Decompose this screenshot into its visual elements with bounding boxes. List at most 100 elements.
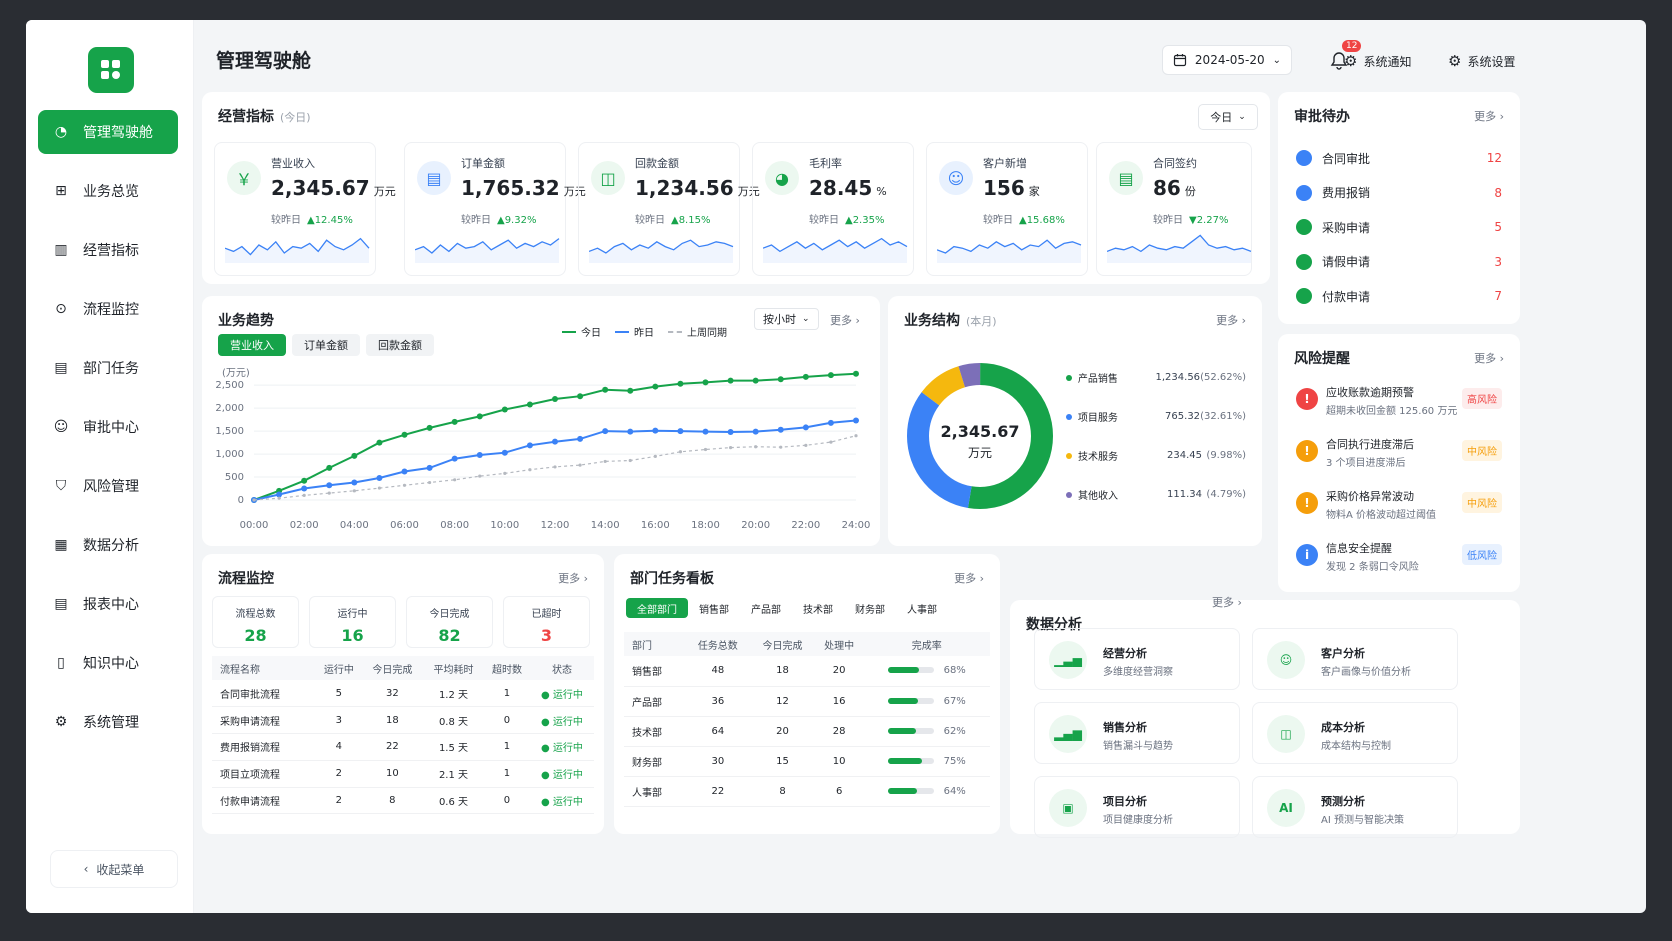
table-row[interactable]: 付款申请流程 2 8 0.6 天 0 ● 运行中	[212, 787, 594, 815]
app-logo[interactable]	[88, 47, 134, 93]
analysis-icon: ▦	[54, 537, 68, 553]
date-picker[interactable]: 2024-05-20 ⌄	[1162, 45, 1292, 75]
grid-logo-icon	[101, 60, 120, 79]
analysis-tile-title: 客户分析	[1321, 647, 1365, 660]
trend-tab-1[interactable]: 订单金额	[292, 334, 360, 356]
kpi-tile[interactable]: ￥ 营业收入 2,345.67 万元 较昨日 ▲12.45%	[214, 142, 396, 276]
table-row[interactable]: 采购申请流程 3 18 0.8 天 0 ● 运行中	[212, 706, 594, 735]
kpi-compare: 较昨日 ▲8.15%	[635, 211, 710, 226]
risk-level-badge: 中风险	[1462, 492, 1502, 513]
structure-more-link[interactable]: 更多 ›	[1216, 312, 1246, 328]
process-stat[interactable]: 今日完成 82	[406, 596, 493, 648]
approval-item[interactable]: 合同审批 12	[1296, 148, 1502, 168]
kpi-range-select[interactable]: 今日 ⌄	[1198, 104, 1258, 130]
sidebar-item-6[interactable]: ⛉ 风险管理	[38, 464, 178, 508]
sidebar-item-9[interactable]: ▯ 知识中心	[38, 641, 178, 685]
sidebar-menu: ◔ 管理驾驶舱 ⊞ 业务总览 ▥ 经营指标 ⊙ 流程监控 ▤ 部门任务 ☺ 审批中心 ⛉ 风险管理 ▦ 数据分…	[38, 110, 178, 759]
book-icon: ▯	[57, 655, 65, 671]
approval-item[interactable]: 请假申请 3	[1296, 252, 1502, 272]
risk-item[interactable]: ! 采购价格异常波动 物料A 价格波动超过阈值 中风险	[1296, 488, 1502, 530]
kpi-tile[interactable]: ☺ 客户新增 156 家较昨日 ▲15.68%	[926, 142, 1088, 276]
process-stat[interactable]: 已超时 3	[503, 596, 590, 648]
approval-item[interactable]: 费用报销 8	[1296, 183, 1502, 203]
process-stat[interactable]: 流程总数 28	[212, 596, 299, 648]
approval-item[interactable]: 付款申请 7	[1296, 286, 1502, 306]
dept-more-label: 更多	[954, 572, 977, 585]
sidebar-item-7[interactable]: ▦ 数据分析	[38, 523, 178, 567]
approval-more-link[interactable]: 更多 ›	[1474, 108, 1504, 124]
dept-tab-0[interactable]: 全部部门	[626, 598, 688, 618]
table-row[interactable]: 技术部 64 20 28 62%	[624, 716, 990, 747]
granularity-select[interactable]: 按小时 ⌄	[754, 308, 819, 330]
table-row[interactable]: 费用报销流程 4 22 1.5 天 1 ● 运行中	[212, 733, 594, 761]
dept-more-link[interactable]: 更多 ›	[954, 570, 984, 586]
dept-tab-4[interactable]: 财务部	[844, 598, 896, 618]
table-row[interactable]: 人事部 22 8 6 64%	[624, 776, 990, 807]
kpi-value-wrap: 86 份	[1153, 176, 1196, 200]
risk-more-link[interactable]: 更多 ›	[1474, 350, 1504, 366]
risk-item[interactable]: ! 应收账款逾期预警 超期未收回金额 125.60 万元 高风险	[1296, 384, 1502, 426]
sidebar-item-5[interactable]: ☺ 审批中心	[38, 405, 178, 449]
series-point	[326, 482, 333, 489]
kpi-tile[interactable]: ▤ 订单金额 1,765.32 万元 较昨日 ▲9.32%	[404, 142, 586, 276]
dept-tab-5[interactable]: 人事部	[896, 598, 948, 618]
table-cell: 采购申请流程	[212, 706, 316, 735]
series-point	[777, 376, 784, 383]
analysis-more-link[interactable]: 更多 ›	[1212, 594, 1242, 610]
table-row[interactable]: 合同审批流程 5 32 1.2 天 1 ● 运行中	[212, 680, 594, 708]
x-tick-label: 08:00	[440, 520, 469, 531]
analysis-tile[interactable]: ◫ 成本分析 成本结构与控制	[1252, 702, 1458, 764]
risk-item[interactable]: ! 合同执行进度滞后 3 个项目进度滞后 中风险	[1296, 436, 1502, 478]
table-row[interactable]: 销售部 48 18 20 68%	[624, 656, 990, 687]
dept-tab-2[interactable]: 产品部	[740, 598, 792, 618]
series-point	[702, 379, 709, 386]
trend-tab-2[interactable]: 回款金额	[366, 334, 434, 356]
trend-tab-0[interactable]: 营业收入	[218, 334, 286, 356]
sidebar-item-8[interactable]: ▤ 报表中心	[38, 582, 178, 626]
series-point	[301, 485, 308, 492]
system-settings-link[interactable]: ⚙ 系统设置	[1448, 52, 1515, 70]
table-row[interactable]: 产品部 36 12 16 67%	[624, 686, 990, 717]
analysis-tile[interactable]: ▂▄▆ 销售分析 销售漏斗与趋势	[1034, 702, 1240, 764]
sidebar-item-3[interactable]: ⊙ 流程监控	[38, 287, 178, 331]
system-notify-link[interactable]: ⚙ 系统通知	[1344, 52, 1411, 70]
sidebar-item-1[interactable]: ⊞ 业务总览	[38, 169, 178, 213]
risk-title: 风险提醒	[1294, 351, 1350, 367]
column-header: 流程名称	[212, 656, 316, 680]
table-row[interactable]: 项目立项流程 2 10 2.1 天 1 ● 运行中	[212, 760, 594, 788]
kpi-tile[interactable]: ▤ 合同签约 86 份较昨日 ▼2.27%	[1096, 142, 1252, 276]
table-cell: 销售部	[624, 656, 686, 687]
analysis-tile-desc: 多维度经营洞察	[1103, 667, 1173, 678]
process-more-link[interactable]: 更多 ›	[558, 570, 588, 586]
status-text: 运行中	[552, 770, 583, 782]
kpi-compare-label: 较昨日	[1153, 215, 1183, 226]
sidebar-item-0[interactable]: ◔ 管理驾驶舱	[38, 110, 178, 154]
table-row[interactable]: 财务部 30 15 10 75%	[624, 746, 990, 777]
dept-tab-3[interactable]: 技术部	[792, 598, 844, 618]
analysis-tile[interactable]: ▣ 项目分析 项目健康度分析	[1034, 776, 1240, 838]
process-stat[interactable]: 运行中 16	[309, 596, 396, 648]
user-icon: ☺	[939, 161, 973, 195]
approval-item[interactable]: 采购申请 5	[1296, 217, 1502, 237]
legend-label: 昨日	[634, 328, 654, 339]
sidebar-item-4[interactable]: ▤ 部门任务	[38, 346, 178, 390]
approval-count: 3	[1494, 254, 1502, 269]
collapse-menu-button[interactable]: ‹ 收起菜单	[50, 850, 178, 888]
dept-tab-1[interactable]: 销售部	[688, 598, 740, 618]
kpi-tile[interactable]: ◕ 毛利率 28.45% 较昨日 ▲2.35%	[752, 142, 914, 276]
approval-more-label: 更多	[1474, 110, 1497, 123]
trend-more-link[interactable]: 更多 ›	[830, 312, 860, 328]
analysis-tile[interactable]: ☺ 客户分析 客户画像与价值分析	[1252, 628, 1458, 690]
analysis-tile[interactable]: AI 预测分析 AI 预测与智能决策	[1252, 776, 1458, 838]
analysis-tile[interactable]: ▁▃▅ 经营分析 多维度经营洞察	[1034, 628, 1240, 690]
analysis-card: 数据分析 更多 › ▁▃▅ 经营分析 多维度经营洞察 ☺ 客户分析 客户画像与价值分析 ▂▄…	[1010, 596, 1520, 838]
kpi-sparkline	[415, 238, 560, 263]
series-point	[451, 455, 458, 462]
kpi-tile[interactable]: ◫ 回款金额 1,234.56 万元 较昨日 ▲8.15%	[578, 142, 760, 276]
table-cell: 1	[484, 760, 530, 788]
sidebar-item-2[interactable]: ▥ 经营指标	[38, 228, 178, 272]
kpi-value-wrap: 1,234.56 万元	[635, 176, 760, 200]
series-point	[827, 419, 834, 426]
risk-item[interactable]: i 信息安全提醒 发现 2 条弱口令风险 低风险	[1296, 540, 1502, 582]
sidebar-item-10[interactable]: ⚙ 系统管理	[38, 700, 178, 744]
